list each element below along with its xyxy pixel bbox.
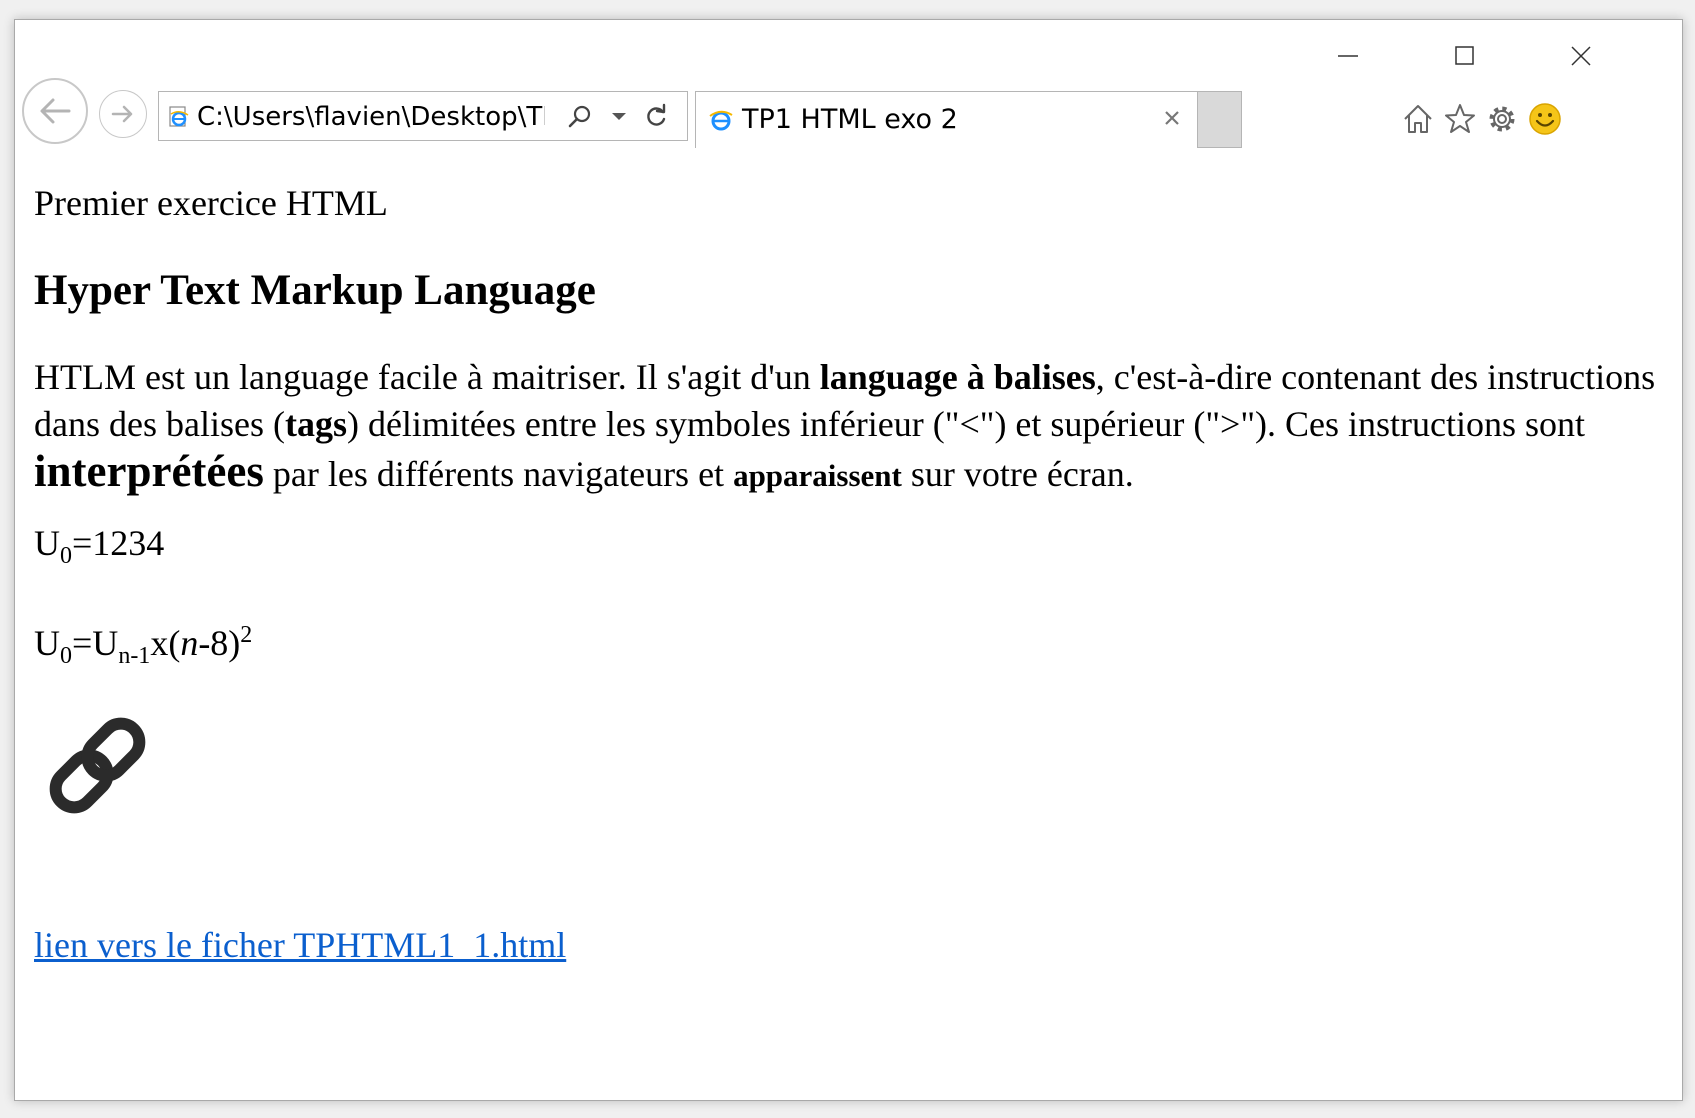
forward-arrow-icon: [111, 105, 133, 123]
intro-paragraph: HTLM est un language facile à maitriser.…: [34, 354, 1659, 499]
page-content: Premier exercice HTML Hyper Text Markup …: [15, 148, 1682, 1100]
superscript: 2: [240, 622, 253, 648]
subscript: 0: [60, 543, 72, 570]
formula-un: U0=Un-1x(n-8)2: [34, 614, 252, 677]
address-bar[interactable]: C:\Users\flavien\Desktop\TP: [158, 91, 688, 141]
formula-text: -8): [198, 623, 241, 663]
new-tab-button[interactable]: [1198, 91, 1242, 148]
formula-text: U: [34, 523, 60, 563]
tab-title: TP1 HTML exo 2: [742, 104, 958, 135]
ie-page-icon: [169, 106, 189, 127]
browser-window: C:\Users\flavien\Desktop\TP TP1 HTML exo…: [14, 19, 1683, 1101]
paragraph-text: ) délimitées entre les symboles inférieu…: [346, 404, 1586, 444]
italic-variable: n: [180, 623, 199, 663]
close-icon[interactable]: [1163, 109, 1181, 127]
paragraph-text: sur votre écran.: [901, 454, 1134, 494]
back-button[interactable]: [22, 78, 88, 144]
star-icon[interactable]: [1443, 102, 1477, 136]
close-window-button[interactable]: [1551, 36, 1611, 76]
formula-u0: U0=1234: [34, 522, 164, 577]
minimize-icon: [1338, 55, 1358, 57]
formula-text: =1234: [72, 523, 165, 563]
maximize-button[interactable]: [1435, 36, 1495, 76]
paragraph-text: par les différents navigateurs et: [263, 454, 734, 494]
formula-text: U: [34, 623, 60, 663]
file-link[interactable]: lien vers le ficher TPHTML1_1.html: [34, 924, 566, 966]
bold-text: tags: [284, 404, 347, 444]
formula-text: x(: [150, 623, 181, 663]
address-url[interactable]: C:\Users\flavien\Desktop\TP: [197, 101, 545, 133]
subscript: 0: [60, 643, 72, 670]
paragraph-text: HTLM est un language facile à maitriser.…: [34, 357, 820, 397]
small-bold-text: apparaissent: [733, 458, 902, 493]
page-heading: Hyper Text Markup Language: [34, 267, 596, 314]
browser-chrome: C:\Users\flavien\Desktop\TP TP1 HTML exo…: [15, 20, 1682, 148]
minimize-button[interactable]: [1318, 36, 1378, 76]
gear-icon[interactable]: [1485, 102, 1519, 136]
chain-link-icon: [49, 717, 146, 814]
forward-button[interactable]: [99, 90, 147, 138]
close-icon: [1571, 46, 1591, 66]
bold-text: language à balises: [819, 357, 1096, 397]
chevron-down-icon[interactable]: [611, 112, 627, 122]
formula-text: =U: [72, 623, 119, 663]
smiley-icon[interactable]: [1528, 102, 1562, 136]
search-icon[interactable]: [567, 104, 593, 130]
subscript: n-1: [118, 643, 151, 670]
ie-page-icon: [709, 110, 733, 131]
page-text-title: Premier exercice HTML: [34, 183, 388, 223]
back-arrow-icon: [40, 98, 71, 124]
big-bold-text: interprétées: [34, 446, 264, 496]
maximize-icon: [1455, 46, 1474, 65]
tab-active[interactable]: TP1 HTML exo 2: [695, 91, 1198, 148]
refresh-icon[interactable]: [643, 103, 669, 129]
home-icon[interactable]: [1401, 102, 1435, 136]
